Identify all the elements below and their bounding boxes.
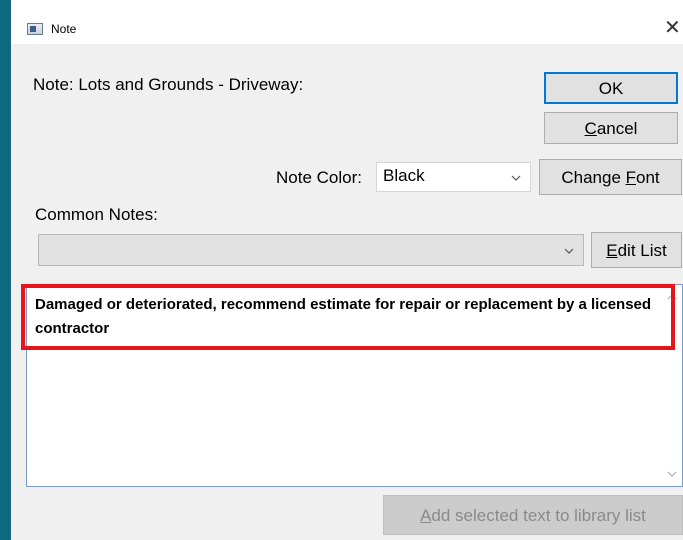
- screen: Note ✕ Note: Lots and Grounds - Driveway…: [0, 0, 683, 540]
- chevron-down-icon: [510, 172, 522, 184]
- cancel-button-label-post: ancel: [596, 119, 638, 138]
- window-title: Note: [51, 22, 77, 36]
- change-font-button[interactable]: Change Font: [539, 159, 682, 195]
- note-text: Damaged or deteriorated, recommend estim…: [35, 296, 652, 337]
- title-bar: Note ✕: [11, 0, 683, 44]
- window-icon: [27, 23, 43, 35]
- change-font-label-pre: Change: [561, 168, 626, 187]
- note-textarea[interactable]: Damaged or deteriorated, recommend estim…: [26, 284, 683, 487]
- add-library-label-post: dd selected text to library list: [431, 506, 646, 525]
- edit-list-button[interactable]: Edit List: [591, 232, 682, 268]
- close-icon[interactable]: ✕: [664, 16, 683, 40]
- note-color-value: Black: [383, 166, 425, 185]
- scroll-down-arrow-icon[interactable]: [666, 468, 678, 480]
- ok-button[interactable]: OK: [544, 72, 678, 104]
- common-notes-label: Common Notes:: [35, 205, 158, 224]
- add-to-library-button[interactable]: Add selected text to library list: [383, 495, 683, 535]
- scroll-up-arrow-icon[interactable]: [666, 291, 678, 303]
- chevron-down-icon: [563, 245, 575, 257]
- cancel-button[interactable]: Cancel: [544, 112, 678, 144]
- common-notes-select[interactable]: [38, 234, 584, 266]
- change-font-mnemonic: F: [625, 168, 637, 187]
- note-color-select[interactable]: Black: [376, 162, 531, 192]
- note-color-label: Note Color:: [276, 168, 362, 187]
- note-dialog: Note ✕ Note: Lots and Grounds - Driveway…: [10, 0, 683, 540]
- cancel-button-mnemonic: C: [584, 119, 597, 138]
- change-font-label-post: ont: [636, 168, 660, 187]
- note-label: Note: Lots and Grounds - Driveway:: [33, 75, 304, 94]
- add-library-mnemonic: A: [420, 506, 432, 525]
- edit-list-mnemonic: E: [606, 241, 618, 260]
- edit-list-label-post: dit List: [617, 241, 667, 260]
